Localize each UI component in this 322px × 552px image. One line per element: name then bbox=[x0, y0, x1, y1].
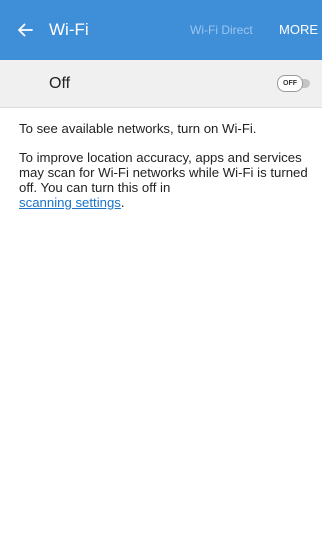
wifi-off-info: To see available networks, turn on Wi-Fi… bbox=[19, 121, 309, 210]
app-bar: Wi-Fi Wi-Fi Direct MORE bbox=[0, 0, 322, 60]
page-title: Wi-Fi bbox=[49, 20, 89, 39]
scanning-info-text: To improve location accuracy, apps and s… bbox=[19, 150, 308, 195]
trailing-period: . bbox=[120, 195, 125, 210]
scanning-settings-link[interactable]: scanning settings bbox=[19, 195, 121, 210]
scanning-info: To improve location accuracy, apps and s… bbox=[19, 150, 309, 210]
switch-status-label: Off bbox=[49, 75, 71, 92]
wifi-toggle[interactable]: OFF bbox=[277, 75, 310, 92]
arrow-left-icon bbox=[16, 21, 34, 39]
wifi-direct-button[interactable]: Wi-Fi Direct bbox=[190, 23, 253, 37]
back-button[interactable] bbox=[12, 17, 38, 43]
more-button[interactable]: MORE bbox=[279, 22, 318, 38]
toggle-knob: OFF bbox=[277, 75, 303, 92]
turn-on-hint: To see available networks, turn on Wi-Fi… bbox=[19, 121, 257, 136]
wifi-master-switch-row[interactable]: Off OFF bbox=[0, 60, 322, 108]
